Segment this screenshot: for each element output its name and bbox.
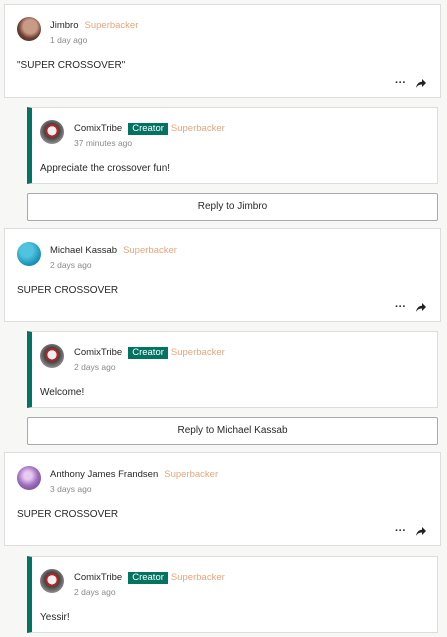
superbacker-label: Superbacker [164, 469, 219, 480]
superbacker-label: Superbacker [170, 123, 225, 134]
share-icon[interactable] [416, 302, 426, 312]
author-name[interactable]: ComixTribe [74, 123, 122, 134]
share-icon[interactable] [416, 526, 426, 536]
comment-text: "SUPER CROSSOVER" [17, 60, 126, 71]
comment-text: SUPER CROSSOVER [17, 509, 119, 520]
comixtribe-avatar[interactable] [40, 344, 64, 368]
superbacker-label: Superbacker [84, 20, 139, 31]
reply-text: Welcome! [40, 387, 85, 398]
timestamp: 2 days ago [50, 260, 92, 270]
reply-button[interactable]: Reply to Jimbro [27, 193, 438, 221]
creator-badge: Creator [128, 572, 168, 584]
more-options-icon[interactable]: ··· [395, 302, 406, 313]
superbacker-label: Superbacker [170, 347, 225, 358]
avatar[interactable] [17, 17, 41, 41]
reply-card: ComixTribe Creator Superbacker 2 days ago … [27, 556, 438, 633]
reply-text: Appreciate the crossover fun! [40, 163, 171, 174]
author-name[interactable]: ComixTribe [74, 347, 122, 358]
superbacker-label: Superbacker [123, 245, 177, 256]
reply-card: ComixTribe Creator Superbacker 37 minutes … [27, 107, 438, 184]
more-options-icon[interactable]: ··· [395, 526, 406, 537]
author-name[interactable]: Anthony James Frandsen [50, 469, 158, 480]
avatar[interactable] [17, 466, 41, 490]
comment-header: Anthony James Frandsen Superbacker [50, 469, 218, 480]
comment-card: Michael Kassab Superbacker 2 days ago SUP… [4, 228, 441, 322]
timestamp: 2 days ago [74, 587, 116, 597]
comment-text: SUPER CROSSOVER [17, 285, 119, 296]
comment-actions: ··· [395, 526, 426, 537]
comixtribe-avatar[interactable] [40, 120, 64, 144]
comment-header: Michael Kassab Superbacker [50, 245, 177, 256]
reply-header: ComixTribe Creator Superbacker [74, 123, 225, 135]
comment-card: Anthony James Frandsen Superbacker 3 days… [4, 452, 441, 546]
reply-header: ComixTribe Creator Superbacker [74, 572, 225, 584]
author-name[interactable]: Michael Kassab [50, 245, 117, 256]
timestamp: 37 minutes ago [74, 138, 133, 148]
reply-text: Yessir! [40, 612, 70, 623]
timestamp: 3 days ago [50, 484, 92, 494]
author-name[interactable]: ComixTribe [74, 572, 122, 583]
comment-card: Jimbro Superbacker 1 day ago "SUPER CROSS… [4, 4, 441, 98]
comment-header: Jimbro Superbacker [50, 20, 138, 31]
share-icon[interactable] [416, 78, 426, 88]
more-options-icon[interactable]: ··· [395, 78, 406, 89]
creator-badge: Creator [128, 123, 168, 135]
reply-card: ComixTribe Creator Superbacker 2 days ago … [27, 331, 438, 408]
avatar[interactable] [17, 242, 41, 266]
comixtribe-avatar[interactable] [40, 569, 64, 593]
reply-button[interactable]: Reply to Michael Kassab [27, 417, 438, 445]
comment-actions: ··· [395, 302, 426, 313]
timestamp: 1 day ago [50, 35, 88, 45]
timestamp: 2 days ago [74, 362, 116, 372]
creator-badge: Creator [128, 347, 168, 359]
reply-header: ComixTribe Creator Superbacker [74, 347, 225, 359]
comment-actions: ··· [395, 78, 426, 89]
author-name[interactable]: Jimbro [50, 20, 79, 31]
superbacker-label: Superbacker [170, 572, 225, 583]
